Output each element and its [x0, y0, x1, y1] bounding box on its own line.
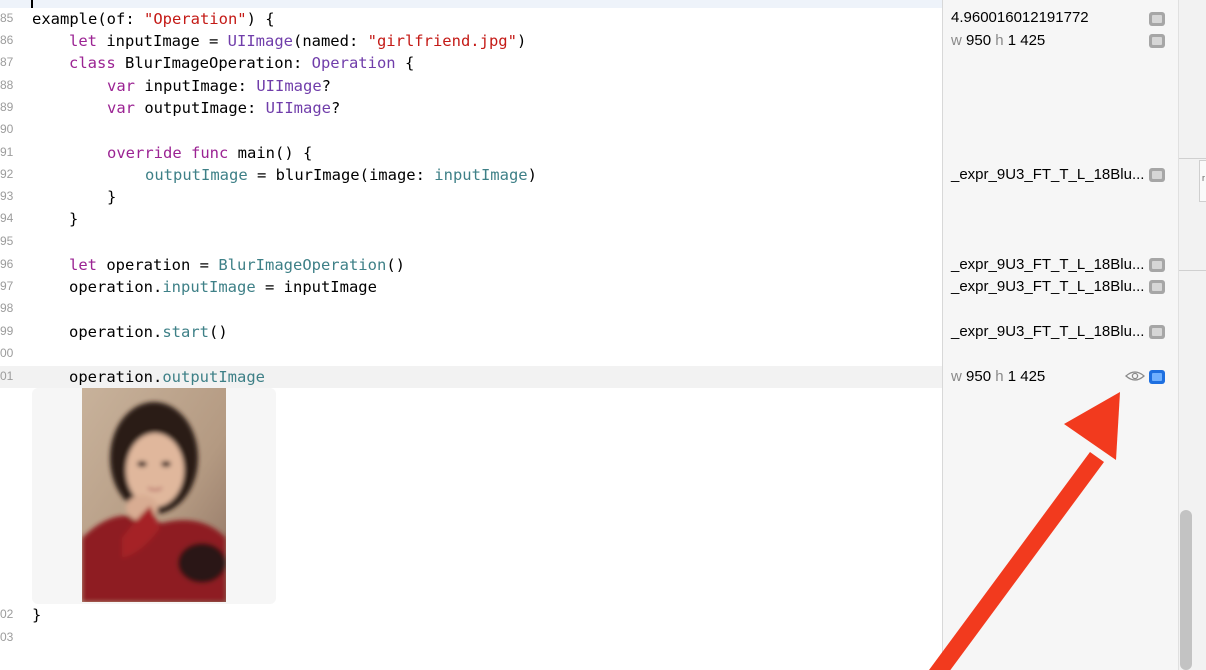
code-line[interactable]: 85 example(of: "Operation") { [0, 8, 942, 30]
code-text: let inputImage = UIImage(named: "girlfri… [69, 32, 527, 50]
line-number: 94 [0, 211, 14, 225]
line-highlight-top [0, 0, 942, 8]
divider [1179, 270, 1206, 271]
line-number: 97 [0, 279, 14, 293]
code-text: example(of: "Operation") { [32, 10, 275, 28]
inspector-tab[interactable]: r [1199, 160, 1206, 202]
code-line[interactable]: 86 let inputImage = UIImage(named: "girl… [0, 30, 942, 52]
line-number: 85 [0, 11, 14, 25]
line-number: 89 [0, 100, 14, 114]
line-number: 00 [0, 346, 14, 360]
code-editor[interactable]: 85 example(of: "Operation") { 86 let inp… [0, 0, 942, 670]
scrollbar-thumb[interactable] [1180, 510, 1192, 670]
blurred-photo [82, 388, 226, 602]
inline-result-preview[interactable] [32, 388, 276, 604]
code-text: var outputImage: UIImage? [107, 99, 341, 117]
inspector-tab-glyph: r [1202, 173, 1205, 183]
code-text: class BlurImageOperation: Operation { [69, 54, 415, 72]
code-line[interactable]: 02 } [0, 604, 942, 626]
result-size: w 950 h 1 425 [951, 32, 1046, 49]
code-line[interactable]: 87 class BlurImageOperation: Operation { [0, 52, 942, 74]
code-line[interactable]: 91 override func main() { [0, 142, 942, 164]
code-text: override func main() { [107, 144, 313, 162]
code-line[interactable]: 92 outputImage = blurImage(image: inputI… [0, 164, 942, 186]
code-line[interactable]: 95 [0, 231, 942, 253]
line-number: 02 [0, 607, 14, 621]
code-line[interactable]: 93 } [0, 186, 942, 208]
quick-look-icon[interactable] [1149, 168, 1165, 182]
code-text: } [32, 606, 42, 624]
code-line[interactable]: 90 [0, 119, 942, 141]
code-line[interactable]: 88 var inputImage: UIImage? [0, 75, 942, 97]
quick-look-icon[interactable] [1149, 34, 1165, 48]
line-number: 98 [0, 301, 14, 315]
code-text: operation.outputImage [69, 368, 265, 386]
line-number: 93 [0, 189, 14, 203]
line-number: 01 [0, 369, 14, 383]
results-sidebar: 4.960016012191772 w 950 h 1 425 _expr_9U… [942, 0, 1179, 670]
show-result-icon[interactable] [1149, 370, 1165, 384]
code-line[interactable]: 03 [0, 627, 942, 649]
eye-icon[interactable] [1125, 369, 1145, 383]
quick-look-icon[interactable] [1149, 325, 1165, 339]
code-line[interactable]: 00 [0, 343, 942, 365]
line-number: 99 [0, 324, 14, 338]
line-number: 88 [0, 78, 14, 92]
right-inspector-strip: r [1178, 0, 1206, 670]
line-number: 87 [0, 55, 14, 69]
result-value: _expr_9U3_FT_T_L_18Blu... [951, 166, 1145, 183]
divider [1179, 158, 1206, 159]
line-number: 86 [0, 33, 14, 47]
result-value: _expr_9U3_FT_T_L_18Blu... [951, 256, 1145, 273]
code-line[interactable]: 96 let operation = BlurImageOperation() [0, 254, 942, 276]
line-number: 92 [0, 167, 14, 181]
line-number: 03 [0, 630, 14, 644]
result-value: _expr_9U3_FT_T_L_18Blu... [951, 278, 1145, 295]
result-value: 4.960016012191772 [951, 9, 1089, 26]
code-line-current[interactable]: 01 operation.outputImage [0, 366, 942, 388]
line-number: 91 [0, 145, 14, 159]
code-text: } [69, 210, 79, 228]
quick-look-icon[interactable] [1149, 258, 1165, 272]
code-line[interactable]: 99 operation.start() [0, 321, 942, 343]
code-text: outputImage = blurImage(image: inputImag… [145, 166, 537, 184]
code-text: let operation = BlurImageOperation() [69, 256, 405, 274]
code-text: var inputImage: UIImage? [107, 77, 331, 95]
quick-look-icon[interactable] [1149, 280, 1165, 294]
code-text: operation.inputImage = inputImage [69, 278, 377, 296]
code-line[interactable]: 97 operation.inputImage = inputImage [0, 276, 942, 298]
code-line[interactable]: 98 [0, 298, 942, 320]
quick-look-icon[interactable] [1149, 12, 1165, 26]
line-number: 90 [0, 122, 14, 136]
result-size: w 950 h 1 425 [951, 368, 1046, 385]
code-text: } [107, 188, 117, 206]
code-text: operation.start() [69, 323, 228, 341]
result-value: _expr_9U3_FT_T_L_18Blu... [951, 323, 1145, 340]
code-line[interactable]: 94 } [0, 208, 942, 230]
line-number: 96 [0, 257, 14, 271]
line-number: 95 [0, 234, 14, 248]
text-cursor [31, 0, 33, 8]
code-line[interactable]: 89 var outputImage: UIImage? [0, 97, 942, 119]
